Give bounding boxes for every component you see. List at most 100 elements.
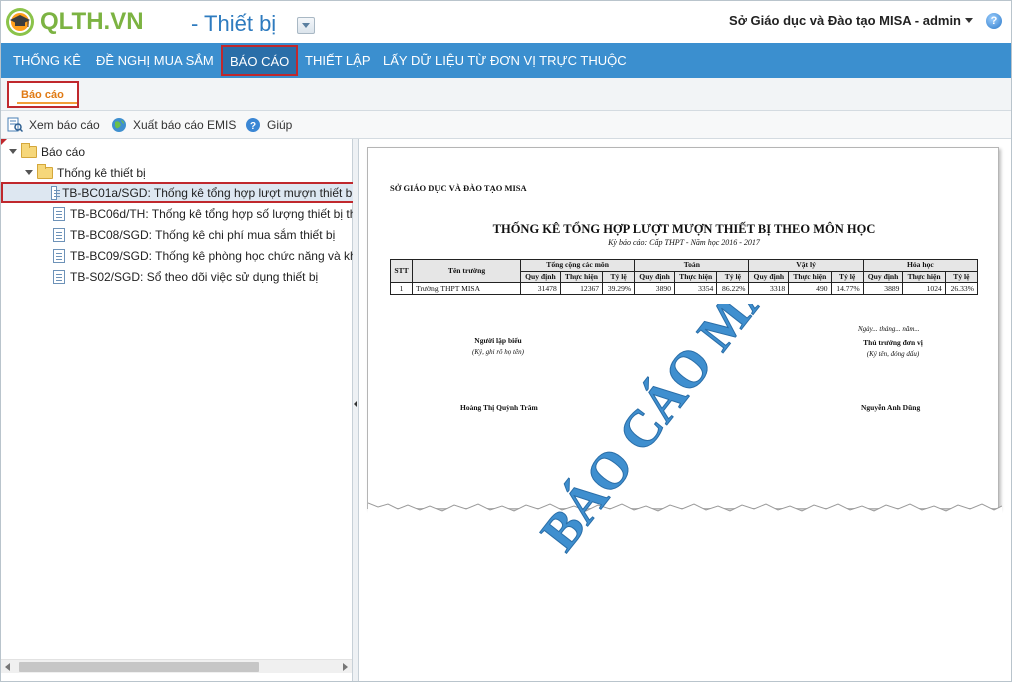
tree-item-tb-bc01a[interactable]: TB-BC01a/SGD: Thống kê tổng hợp lượt mượ…: [1, 182, 357, 203]
collapse-arrow-icon[interactable]: [25, 169, 33, 177]
cell-value: 39.29%: [602, 282, 636, 296]
menu-item-thong-ke[interactable]: THỐNG KÊ: [13, 43, 81, 78]
report-agency: SỞ GIÁO DỤC VÀ ĐÀO TẠO MISA: [390, 183, 527, 193]
cell-stt: 1: [390, 282, 413, 296]
tree-node-label: Báo cáo: [41, 144, 86, 159]
cell-value: 86.22%: [716, 282, 750, 296]
tree-item-label: TB-BC01a/SGD: Thống kê tổng hợp lượt mượ…: [62, 185, 355, 200]
menu-item-thiet-lap[interactable]: THIẾT LẬP: [305, 43, 371, 78]
report-document-icon: [51, 185, 61, 200]
report-document-icon: [53, 206, 65, 221]
tree-item-label: TB-BC06d/TH: Thống kê tổng hợp số lượng …: [70, 206, 357, 221]
scrollbar-thumb[interactable]: [19, 662, 259, 672]
brand-name: QLTH.VN: [40, 8, 144, 35]
help-icon[interactable]: ?: [986, 13, 1002, 29]
scroll-left-icon[interactable]: [5, 663, 10, 671]
tree-item-tb-bc06d[interactable]: TB-BC06d/TH: Thống kê tổng hợp số lượng …: [53, 203, 356, 224]
tree-node-label: Thống kê thiết bị: [57, 165, 146, 180]
sample-report-watermark: BÁO CÁO MẪU: [528, 304, 809, 554]
app-window: QLTH.VN - Thiết bị Sở Giáo dục và Đào tạ…: [0, 0, 1012, 682]
module-name: - Thiết bị: [191, 11, 277, 36]
report-tree-pane: Báo cáo Thống kê thiết bị TB-BC01a/SGD: …: [1, 139, 363, 681]
report-document-icon: [53, 248, 65, 263]
help-label: Giúp: [267, 118, 293, 132]
cell-value: 3318: [748, 282, 790, 296]
cell-value: 3354: [673, 282, 718, 296]
col-header-school: Tên trường: [412, 258, 521, 284]
menu-item-de-nghi-mua-sam[interactable]: ĐỀ NGHỊ MUA SẮM: [96, 43, 214, 78]
col-sub-header: Tỷ lệ: [944, 270, 979, 284]
col-sub-header: Quy định: [748, 270, 790, 284]
toolbar: Xem báo cáo Xuất báo cáo EMIS ? Giúp: [1, 111, 1011, 139]
view-report-icon: [7, 117, 23, 133]
col-sub-header: Thực hiện: [902, 270, 946, 284]
cell-school: Trường THPT MISA: [412, 282, 521, 296]
tree-item-label: TB-S02/SGD: Sổ theo dõi việc sử dụng thi…: [70, 269, 319, 284]
help-button[interactable]: ? Giúp: [245, 116, 292, 134]
org-user-label: Sở Giáo dục và Đào tạo MISA - admin: [729, 13, 961, 28]
col-group-header: Toán: [634, 259, 750, 272]
tree-item-tb-bc09[interactable]: TB-BC09/SGD: Thống kê phòng học chức năn…: [53, 245, 363, 266]
report-document-icon: [53, 269, 65, 284]
tree-item-label: TB-BC09/SGD: Thống kê phòng học chức năn…: [70, 248, 363, 263]
folder-open-icon: [37, 163, 53, 179]
tree-node-group[interactable]: Thống kê thiết bị: [25, 162, 146, 183]
collapse-arrow-icon[interactable]: [9, 148, 17, 156]
horizontal-scrollbar[interactable]: [1, 659, 352, 673]
col-sub-header: Tỷ lệ: [602, 270, 636, 284]
tree-item-tb-s02[interactable]: TB-S02/SGD: Sổ theo dõi việc sử dụng thi…: [53, 266, 318, 287]
report-title: THỐNG KÊ TỔNG HỢP LƯỢT MƯỢN THIẾT BỊ THE…: [492, 222, 876, 236]
graduation-cap-logo-icon: [6, 8, 34, 36]
col-header-stt: STT: [390, 258, 413, 284]
col-sub-header: Tỷ lệ: [830, 270, 864, 284]
export-emis-button[interactable]: Xuất báo cáo EMIS: [111, 116, 236, 134]
scroll-right-icon[interactable]: [343, 663, 348, 671]
menu-item-lay-du-lieu[interactable]: LẤY DỮ LIỆU TỪ ĐƠN VỊ TRỰC THUỘC: [383, 43, 627, 78]
col-sub-header: Quy định: [634, 270, 675, 284]
report-table: STT Tên trường Tổng cộng các môn Toán Vậ…: [390, 258, 979, 296]
cell-value: 14.77%: [830, 282, 864, 296]
col-sub-header: Thực hiện: [788, 270, 832, 284]
module-dropdown-button[interactable]: [297, 17, 315, 34]
report-document-icon: [53, 227, 65, 242]
col-group-header: Vật lý: [748, 259, 864, 272]
report-subtitle: Kỳ báo cáo: Cấp THPT - Năm học 2016 - 20…: [608, 238, 760, 247]
header: QLTH.VN - Thiết bị Sở Giáo dục và Đào tạ…: [1, 1, 1011, 43]
col-group-header: Hóa học: [862, 259, 979, 272]
watermark-text: BÁO CÁO MẪU: [528, 304, 808, 554]
col-sub-header: Quy định: [862, 270, 904, 284]
globe-export-icon: [112, 118, 126, 132]
org-user-menu[interactable]: Sở Giáo dục và Đào tạo MISA - admin: [729, 13, 973, 28]
col-sub-header: Tỷ lệ: [716, 270, 750, 284]
tab-label: Báo cáo: [21, 89, 64, 101]
collapse-left-icon[interactable]: [354, 401, 357, 407]
tab-bar: Báo cáo: [1, 78, 1011, 111]
col-group-header: Tổng cộng các môn: [519, 259, 636, 272]
caret-down-icon: [965, 18, 973, 23]
tree-node-root[interactable]: Báo cáo: [9, 141, 85, 162]
cell-value: 3889: [862, 282, 904, 296]
view-report-button[interactable]: Xem báo cáo: [7, 116, 100, 134]
cell-value: 31478: [520, 282, 561, 296]
table-row: 1 Trường THPT MISA 31478 12367 39.29% 38…: [390, 282, 979, 296]
view-report-label: Xem báo cáo: [29, 118, 100, 132]
cell-value: 26.33%: [944, 282, 979, 296]
tree-item-tb-bc08[interactable]: TB-BC08/SGD: Thống kê chi phí mua sắm th…: [53, 224, 335, 245]
cell-value: 12367: [559, 282, 604, 296]
tab-active-indicator: [17, 102, 77, 104]
help-icon: ?: [246, 118, 260, 132]
svg-text:?: ?: [250, 121, 256, 132]
col-sub-header: Thực hiện: [559, 270, 604, 284]
col-sub-header: Thực hiện: [673, 270, 718, 284]
cell-value: 1024: [902, 282, 946, 296]
col-sub-header: Quy định: [520, 270, 561, 284]
corner-marker: [1, 139, 7, 145]
folder-icon: [21, 142, 37, 158]
cell-value: 490: [788, 282, 832, 296]
main-menu: THỐNG KÊ ĐỀ NGHỊ MUA SẮM BÁO CÁO THIẾT L…: [1, 43, 1011, 78]
tab-bao-cao[interactable]: Báo cáo: [7, 81, 79, 108]
export-emis-label: Xuất báo cáo EMIS: [133, 118, 237, 132]
tree-item-label: TB-BC08/SGD: Thống kê chi phí mua sắm th…: [70, 227, 336, 242]
cell-value: 3890: [634, 282, 675, 296]
menu-item-bao-cao[interactable]: BÁO CÁO: [221, 45, 299, 76]
